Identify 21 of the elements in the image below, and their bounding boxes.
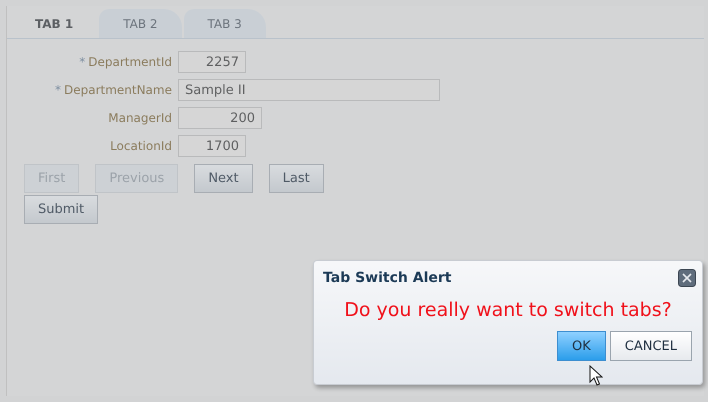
field-label: ManagerId [108,111,172,125]
dialog-button[interactable]: CANCEL [610,331,692,361]
tab[interactable]: TAB 3 [184,9,266,38]
tab[interactable]: TAB 2 [99,9,182,38]
field-label: LocationId [110,139,172,153]
nav-button[interactable]: Last [268,164,324,193]
dialog-title: Tab Switch Alert [323,270,452,286]
field-label: DepartmentId [88,55,172,69]
pointer-cursor-icon [589,365,603,387]
field-label: DepartmentName [64,83,172,97]
close-icon[interactable] [678,269,696,287]
dialog-message: Do you really want to switch tabs? [343,299,673,321]
nav-button[interactable]: Next [194,164,253,193]
input-field[interactable]: 2257 [178,51,246,73]
required-icon: * [54,83,61,97]
input-field[interactable]: 200 [178,107,262,129]
input-field[interactable]: Sample II [178,79,440,101]
required-icon: * [79,55,86,69]
input-field[interactable]: 1700 [178,135,246,157]
submit-button[interactable]: Submit [24,195,98,224]
dialog-button[interactable]: OK [557,331,606,361]
